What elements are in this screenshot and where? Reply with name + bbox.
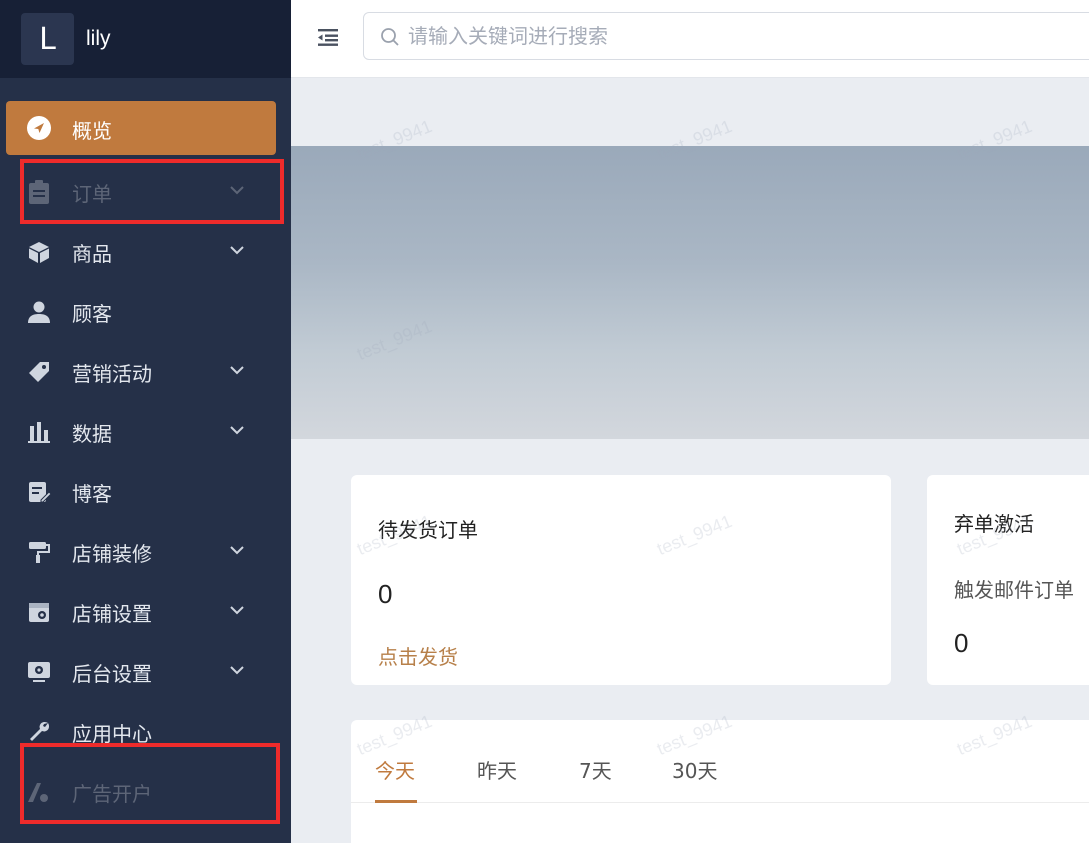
search-icon — [381, 28, 399, 46]
brand-bar: L lily — [0, 0, 291, 78]
sidebar-menu: 概览 订单 商品 顾客 营销活动 数据 博客 店铺装修 店铺设置 后台设置 应用… — [0, 101, 291, 821]
tab-30-days[interactable]: 30天 — [672, 755, 717, 784]
abandoned-cart-count: 0 — [954, 628, 969, 658]
chevron-down-icon — [230, 546, 244, 555]
chevron-down-icon — [230, 246, 244, 255]
sidebar-item-blog[interactable]: 博客 — [0, 461, 291, 521]
pending-shipment-count: 0 — [378, 579, 393, 609]
monitor-settings-icon — [26, 659, 52, 685]
chevron-down-icon — [230, 606, 244, 615]
abandoned-cart-card: 弃单激活 触发邮件订单 0 — [927, 475, 1089, 685]
user-icon — [26, 299, 52, 325]
card-title: 弃单激活 — [954, 512, 1034, 536]
sidebar-item-label: 数据 — [72, 422, 112, 446]
bar-chart-icon — [26, 419, 52, 445]
card-subtitle: 触发邮件订单 — [954, 578, 1074, 602]
chevron-down-icon — [230, 666, 244, 675]
sidebar: L lily 概览 订单 商品 顾客 营销活动 数据 博客 店铺装修 店铺设置 … — [0, 0, 291, 843]
search-input[interactable] — [408, 21, 1008, 51]
sidebar-item-label: 店铺设置 — [72, 602, 152, 626]
sidebar-item-products[interactable]: 商品 — [0, 221, 291, 281]
sidebar-item-label: 营销活动 — [72, 362, 152, 386]
active-tab-indicator — [375, 800, 417, 803]
hero-banner-image — [291, 146, 1089, 439]
sidebar-item-label: 概览 — [72, 119, 112, 143]
store-settings-icon — [26, 599, 52, 625]
tab-yesterday[interactable]: 昨天 — [477, 755, 517, 784]
pending-shipment-card: 待发货订单 0 点击发货 — [351, 475, 891, 685]
sidebar-item-admin-settings[interactable]: 后台设置 — [0, 641, 291, 701]
store-name[interactable]: lily — [86, 27, 111, 51]
date-range-tabs: 今天 昨天 7天 30天 — [351, 720, 1089, 803]
sidebar-item-label: 博客 — [72, 482, 112, 506]
sidebar-item-orders[interactable]: 订单 — [0, 161, 291, 221]
sidebar-item-ads-account[interactable]: 广告开户 — [0, 761, 291, 821]
sidebar-item-label: 后台设置 — [72, 662, 152, 686]
sidebar-item-marketing[interactable]: 营销活动 — [0, 341, 291, 401]
sidebar-item-label: 订单 — [72, 182, 112, 206]
clipboard-icon — [26, 179, 52, 205]
sidebar-item-label: 应用中心 — [72, 722, 152, 746]
sidebar-item-overview[interactable]: 概览 — [6, 101, 276, 155]
sidebar-item-label: 顾客 — [72, 302, 112, 326]
chevron-down-icon — [230, 366, 244, 375]
edit-note-icon — [26, 479, 52, 505]
ads-icon — [26, 779, 52, 805]
sidebar-item-label: 店铺装修 — [72, 542, 152, 566]
chevron-down-icon — [230, 186, 244, 195]
stats-tabs-card: 今天 昨天 7天 30天 — [351, 720, 1089, 843]
sidebar-item-label: 广告开户 — [72, 782, 152, 806]
paint-roller-icon — [26, 539, 52, 565]
store-logo[interactable]: L — [21, 13, 74, 65]
card-title: 待发货订单 — [378, 518, 478, 542]
tab-7-days[interactable]: 7天 — [579, 755, 612, 784]
sidebar-item-store-settings[interactable]: 店铺设置 — [0, 581, 291, 641]
top-bar — [291, 0, 1089, 78]
search-box[interactable] — [363, 12, 1089, 60]
menu-collapse-icon[interactable] — [317, 26, 339, 48]
tag-icon — [26, 359, 52, 385]
box-icon — [26, 239, 52, 265]
navigation-icon — [26, 115, 52, 141]
ship-now-link[interactable]: 点击发货 — [378, 641, 458, 670]
tab-today[interactable]: 今天 — [375, 755, 415, 784]
sidebar-item-label: 商品 — [72, 242, 112, 266]
sidebar-item-store-design[interactable]: 店铺装修 — [0, 521, 291, 581]
wrench-icon — [26, 719, 52, 745]
sidebar-item-app-center[interactable]: 应用中心 — [0, 701, 291, 761]
sidebar-item-data[interactable]: 数据 — [0, 401, 291, 461]
chevron-down-icon — [230, 426, 244, 435]
sidebar-item-customers[interactable]: 顾客 — [0, 281, 291, 341]
